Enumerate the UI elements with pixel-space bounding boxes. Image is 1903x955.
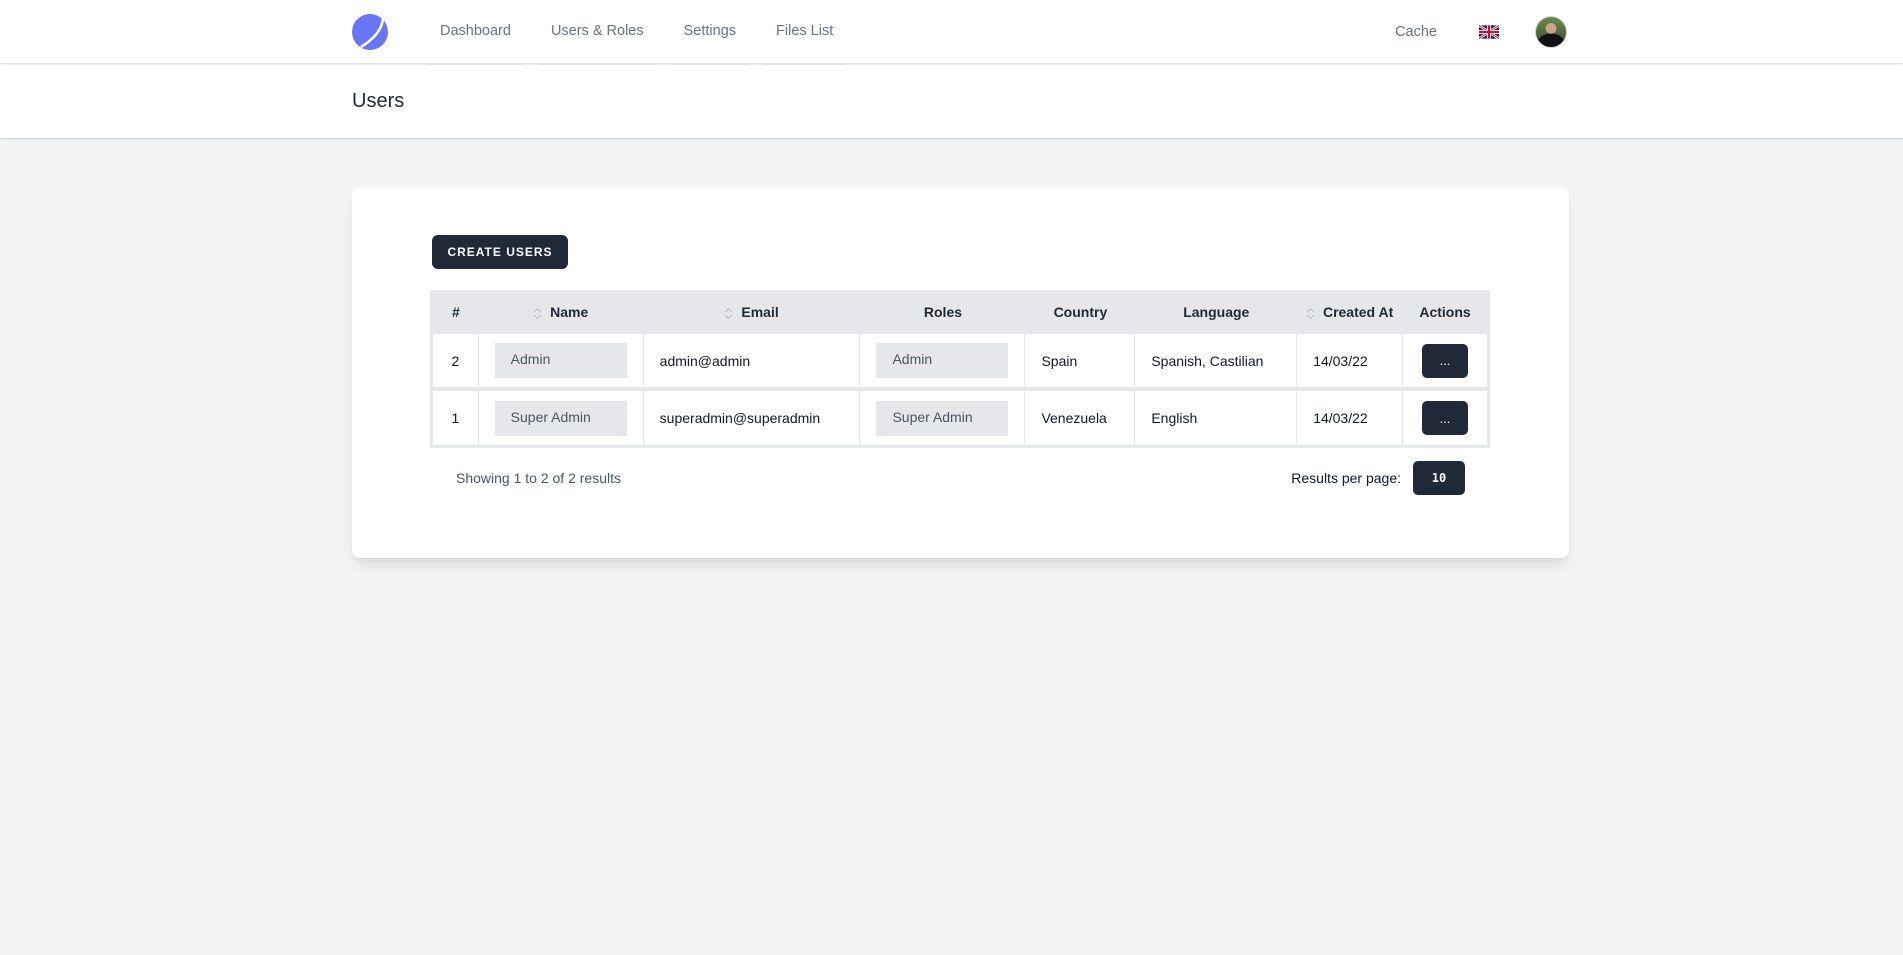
cell-role: Super Admin xyxy=(860,391,1026,445)
nav-link-dashboard[interactable]: Dashboard xyxy=(428,0,523,65)
users-table-container: # Name Email Roles Country Language Crea… xyxy=(430,290,1490,448)
per-page-control: Results per page: 10 xyxy=(1291,461,1465,495)
cell-email: admin@admin xyxy=(643,334,861,391)
cell-actions: ... xyxy=(1403,334,1487,391)
cell-country: Venezuela xyxy=(1025,391,1136,445)
per-page-select[interactable]: 10 xyxy=(1413,461,1465,495)
table-row: 2 Admin admin@admin Admin Spain Spanish,… xyxy=(433,334,1487,391)
cell-language: Spanish, Castilian xyxy=(1135,334,1298,391)
results-summary: Showing 1 to 2 of 2 results xyxy=(456,470,621,486)
nav-right: Cache xyxy=(1395,0,1567,64)
app-logo-icon[interactable] xyxy=(352,14,388,50)
role-chip: Admin xyxy=(876,343,1009,378)
column-header-email[interactable]: Email xyxy=(643,290,861,334)
cell-name: Admin xyxy=(478,334,644,391)
column-header-id: # xyxy=(433,290,479,334)
cell-email: superadmin@superadmin xyxy=(643,391,861,445)
nav-link-files-list[interactable]: Files List xyxy=(764,0,846,65)
per-page-label: Results per page: xyxy=(1291,470,1401,486)
cell-created-at: 14/03/22 xyxy=(1297,334,1404,391)
column-header-created-at[interactable]: Created At xyxy=(1297,290,1404,334)
sort-icon[interactable] xyxy=(1307,306,1315,320)
cache-link[interactable]: Cache xyxy=(1395,24,1437,40)
cell-id: 2 xyxy=(433,334,479,391)
top-navigation: Dashboard Users & Roles Settings Files L… xyxy=(0,0,1903,65)
cell-language: English xyxy=(1135,391,1298,445)
sort-icon[interactable] xyxy=(534,306,542,320)
page-header: Users xyxy=(0,65,1903,138)
column-header-country: Country xyxy=(1025,290,1136,334)
users-table: # Name Email Roles Country Language Crea… xyxy=(433,290,1487,445)
cell-role: Admin xyxy=(860,334,1026,391)
table-row: 1 Super Admin superadmin@superadmin Supe… xyxy=(433,391,1487,445)
nav-link-users-roles[interactable]: Users & Roles xyxy=(538,0,656,65)
cell-id: 1 xyxy=(433,391,479,445)
create-users-button[interactable]: CREATE USERS xyxy=(432,235,568,269)
nav-links: Dashboard Users & Roles Settings Files L… xyxy=(428,0,861,65)
table-header-row: # Name Email Roles Country Language Crea… xyxy=(433,290,1487,334)
column-header-actions: Actions xyxy=(1403,290,1487,334)
role-chip: Super Admin xyxy=(876,400,1009,436)
column-header-roles: Roles xyxy=(860,290,1026,334)
cell-actions: ... xyxy=(1403,391,1487,445)
row-actions-button[interactable]: ... xyxy=(1422,343,1468,378)
name-chip: Admin xyxy=(494,343,627,378)
cell-name: Super Admin xyxy=(478,391,644,445)
row-actions-button[interactable]: ... xyxy=(1422,401,1468,435)
name-chip: Super Admin xyxy=(494,400,627,436)
column-header-language: Language xyxy=(1135,290,1298,334)
column-header-name[interactable]: Name xyxy=(478,290,644,334)
sort-icon[interactable] xyxy=(725,306,733,320)
cell-country: Spain xyxy=(1025,334,1136,391)
cell-created-at: 14/03/22 xyxy=(1297,391,1404,445)
users-card: CREATE USERS # Name Email Roles Country … xyxy=(352,187,1569,558)
uk-flag-icon[interactable] xyxy=(1479,25,1499,39)
nav-link-settings[interactable]: Settings xyxy=(671,0,749,65)
user-avatar[interactable] xyxy=(1535,16,1567,48)
page-title: Users xyxy=(352,90,405,112)
